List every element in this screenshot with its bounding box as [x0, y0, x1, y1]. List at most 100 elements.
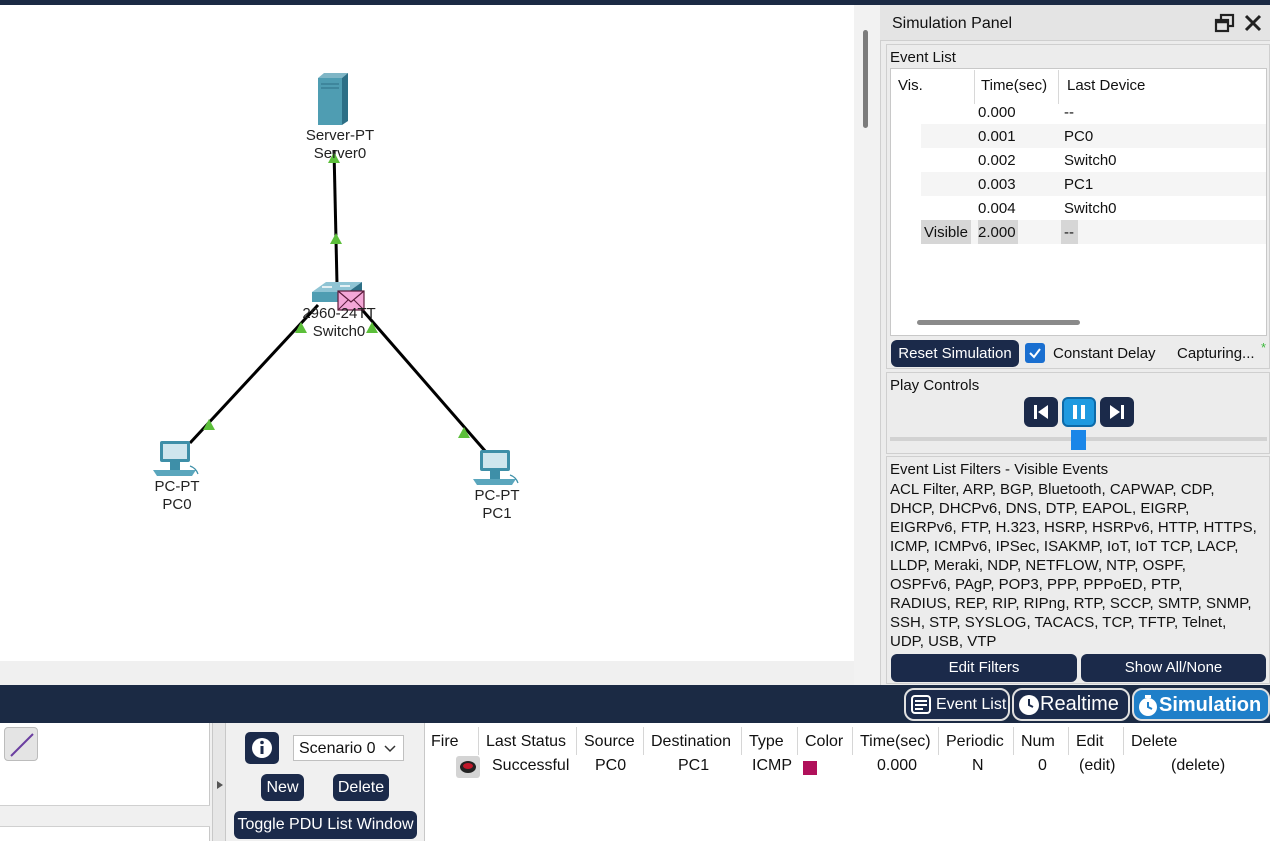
switch-name-label: Switch0: [312, 323, 366, 340]
pc1-icon[interactable]: [473, 450, 519, 485]
filter-line: ACL Filter, ARP, BGP, Bluetooth, CAPWAP,…: [890, 481, 1215, 498]
new-scenario-button[interactable]: New: [261, 774, 304, 801]
server-model-label: Server-PT: [305, 127, 375, 144]
event-device: --: [1061, 220, 1078, 244]
column-divider: [1058, 70, 1059, 104]
panel-splitter[interactable]: [212, 723, 226, 841]
clock-icon: [1019, 695, 1039, 715]
event-device: Switch0: [1064, 200, 1117, 217]
col-header-time[interactable]: Time(sec): [981, 77, 1047, 94]
server-label: Server-PT Server0: [290, 127, 390, 163]
connection-cable-icon: [10, 733, 34, 757]
pc1-model-label: PC-PT: [474, 487, 520, 504]
event-device: PC0: [1064, 128, 1094, 145]
pdu-col-num: Num: [1021, 733, 1055, 750]
stopwatch-icon: [1139, 695, 1157, 716]
pc0-model-label: PC-PT: [154, 478, 200, 495]
pdu-delete-link[interactable]: (delete): [1171, 757, 1225, 775]
event-list-icon: [911, 695, 931, 714]
event-row[interactable]: 0.004 Switch0: [921, 196, 1266, 220]
close-icon[interactable]: [1243, 13, 1263, 33]
column-divider: [797, 727, 798, 755]
pdu-last-status: Successful: [492, 757, 570, 774]
pc1-name-label: PC1: [482, 505, 512, 522]
event-filters-title: Event List Filters - Visible Events: [890, 461, 1109, 478]
filter-line: DHCP, DHCPv6, DNS, DTP, EAPOL, EIGRP,: [890, 500, 1190, 517]
scenario-select-value: Scenario 0: [299, 740, 376, 757]
event-row[interactable]: 0.003 PC1: [921, 172, 1266, 196]
pdu-color-swatch[interactable]: [803, 761, 817, 775]
event-time: 0.001: [978, 128, 1016, 145]
simulation-mode-button[interactable]: Simulation: [1132, 688, 1270, 721]
show-all-none-button[interactable]: Show All/None: [1081, 654, 1266, 682]
event-vis: Visible: [921, 220, 971, 244]
col-header-last-device[interactable]: Last Device: [1067, 77, 1145, 94]
pdu-col-fire: Fire: [431, 733, 459, 750]
play-speed-slider-thumb[interactable]: [1071, 430, 1086, 450]
pause-button[interactable]: [1062, 397, 1096, 427]
workspace-horizontal-scrollbar[interactable]: [0, 661, 854, 685]
column-divider: [741, 727, 742, 755]
event-time: 0.003: [978, 176, 1016, 193]
chevron-down-icon: [384, 745, 396, 753]
pdu-edit-link[interactable]: (edit): [1079, 757, 1115, 775]
pdu-col-type: Type: [749, 733, 784, 750]
realtime-mode-button[interactable]: Realtime: [1012, 688, 1130, 721]
event-list-title: Event List: [890, 49, 956, 66]
pc1-label: PC-PT PC1: [447, 487, 547, 523]
back-button[interactable]: [1024, 397, 1058, 427]
event-time: 0.000: [978, 104, 1016, 121]
connection-tool-button[interactable]: [4, 727, 38, 761]
event-row[interactable]: 0.001 PC0: [921, 124, 1266, 148]
pc0-icon[interactable]: [153, 441, 199, 476]
column-divider: [1013, 727, 1014, 755]
switch-model-label: 2960-24TT: [302, 305, 376, 322]
fire-pdu-button[interactable]: [456, 756, 480, 778]
workspace-vertical-scrollbar-thumb[interactable]: [863, 30, 868, 128]
event-row[interactable]: 0.002 Switch0: [921, 148, 1266, 172]
info-button[interactable]: [245, 732, 279, 764]
column-divider: [643, 727, 644, 755]
forward-button[interactable]: [1100, 397, 1134, 427]
filter-line: SSH, STP, SYSLOG, TACACS, TCP, TFTP, Tel…: [890, 614, 1227, 631]
scenario-select[interactable]: Scenario 0: [293, 735, 404, 761]
play-controls-title: Play Controls: [890, 377, 980, 394]
filter-line: ICMP, ICMPv6, IPSec, ISAKMP, IoT, IoT TC…: [890, 538, 1239, 555]
pause-icon: [1073, 405, 1085, 419]
switch-label: 2960-24TT Switch0: [289, 305, 389, 341]
event-list-horizontal-scrollbar[interactable]: [917, 320, 1080, 325]
filter-line: EIGRPv6, FTP, H.323, HSRP, HSRPv6, HTTP,…: [890, 519, 1257, 536]
column-divider: [478, 727, 479, 755]
event-list-toggle-label: Event List: [936, 696, 1007, 713]
pdu-time: 0.000: [877, 757, 918, 774]
reset-simulation-button[interactable]: Reset Simulation: [891, 340, 1019, 367]
realtime-mode-label: Realtime: [1040, 693, 1119, 715]
constant-delay-label: Constant Delay: [1053, 345, 1156, 362]
server-icon[interactable]: [318, 73, 348, 125]
event-device: --: [1064, 104, 1074, 121]
delete-scenario-button[interactable]: Delete: [333, 774, 389, 801]
event-list-toggle-button[interactable]: Event List: [904, 688, 1010, 721]
link-server-switch[interactable]: [332, 149, 339, 285]
pdu-col-source: Source: [584, 733, 635, 750]
restore-window-icon[interactable]: [1214, 13, 1236, 33]
toggle-pdu-list-button[interactable]: Toggle PDU List Window: [234, 811, 417, 839]
pdu-col-edit: Edit: [1076, 733, 1104, 750]
constant-delay-checkbox[interactable]: [1025, 343, 1045, 363]
pdu-col-destination: Destination: [651, 733, 732, 750]
event-row-current[interactable]: Visible 2.000 --: [921, 220, 1266, 244]
capturing-indicator: *: [1261, 340, 1267, 355]
event-time: 2.000: [978, 220, 1018, 244]
filter-line: RADIUS, REP, RIP, RIPng, RTP, SCCP, SMTP…: [890, 595, 1252, 612]
column-divider: [974, 70, 975, 104]
column-divider: [938, 727, 939, 755]
event-time: 0.002: [978, 152, 1016, 169]
edit-filters-button[interactable]: Edit Filters: [891, 654, 1077, 682]
event-row[interactable]: 0.000 --: [921, 100, 1266, 124]
skip-back-icon: [1034, 405, 1048, 419]
simulation-mode-label: Simulation: [1159, 694, 1262, 716]
palette-divider: [0, 805, 210, 827]
col-header-vis[interactable]: Vis.: [898, 77, 923, 94]
column-divider: [1123, 727, 1124, 755]
skip-forward-icon: [1110, 405, 1124, 419]
